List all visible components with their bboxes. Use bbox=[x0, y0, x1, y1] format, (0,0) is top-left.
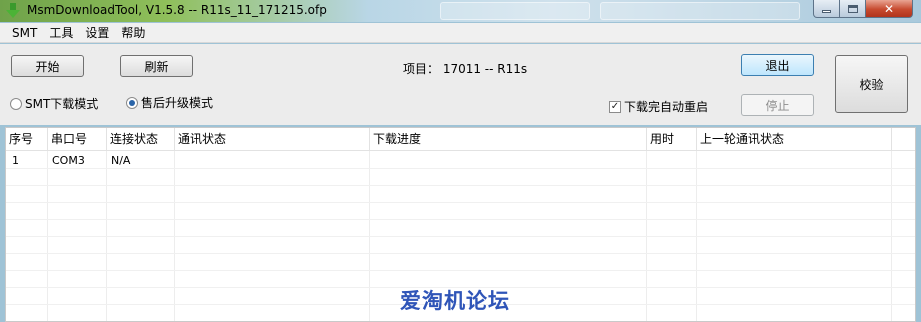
menu-help[interactable]: 帮助 bbox=[115, 23, 151, 43]
control-panel: 开始 刷新 项目： 17011 -- R11s 退出 停止 校验 SMT下载模式… bbox=[0, 44, 921, 125]
project-label: 项目： 17011 -- R11s bbox=[403, 62, 528, 76]
radio-unchecked-icon bbox=[10, 97, 22, 110]
column-header-last-comm[interactable]: 上一轮通讯状态 bbox=[697, 128, 892, 151]
refresh-button[interactable]: 刷新 bbox=[120, 55, 193, 77]
grid-line bbox=[6, 219, 915, 220]
column-header-time[interactable]: 用时 bbox=[647, 128, 697, 151]
mode-aftersales-label: 售后升级模式 bbox=[141, 96, 214, 110]
cell-connection: N/A bbox=[111, 154, 131, 167]
grid-line bbox=[6, 270, 915, 271]
mode-aftersales-radio[interactable]: 售后升级模式 bbox=[126, 94, 213, 111]
grid-line bbox=[6, 168, 915, 169]
table-header: 序号 串口号 连接状态 通讯状态 下载进度 用时 上一轮通讯状态 bbox=[6, 128, 915, 151]
app-download-icon bbox=[6, 3, 20, 18]
menu-settings[interactable]: 设置 bbox=[79, 23, 115, 43]
grid-line bbox=[6, 185, 915, 186]
column-header-comm-status[interactable]: 通讯状态 bbox=[175, 128, 370, 151]
radio-checked-icon bbox=[126, 96, 138, 109]
auto-restart-checkbox[interactable]: ✓ 下载完自动重启 bbox=[609, 98, 708, 115]
checkmark-icon: ✓ bbox=[609, 100, 621, 113]
menu-smt[interactable]: SMT bbox=[6, 23, 43, 43]
start-button[interactable]: 开始 bbox=[11, 55, 84, 77]
close-button[interactable]: ✕ bbox=[865, 0, 913, 18]
verify-button[interactable]: 校验 bbox=[835, 55, 908, 113]
window-title: MsmDownloadTool, V1.5.8 -- R11s_11_17121… bbox=[27, 3, 327, 17]
column-header-progress[interactable]: 下载进度 bbox=[370, 128, 647, 151]
background-taskbar-glow bbox=[600, 2, 800, 20]
maximize-button[interactable] bbox=[839, 0, 866, 18]
cell-port: COM3 bbox=[52, 154, 85, 167]
auto-restart-label: 下载完自动重启 bbox=[624, 100, 709, 114]
close-icon: ✕ bbox=[883, 1, 895, 16]
minimize-icon bbox=[822, 10, 831, 13]
mode-smt-radio[interactable]: SMT下载模式 bbox=[10, 95, 98, 112]
title-bar: MsmDownloadTool, V1.5.8 -- R11s_11_17121… bbox=[0, 0, 921, 22]
menu-bar: SMT 工具 设置 帮助 bbox=[0, 23, 921, 43]
background-taskbar-glow bbox=[440, 2, 590, 20]
stop-button[interactable]: 停止 bbox=[741, 94, 814, 116]
column-header-index[interactable]: 序号 bbox=[6, 128, 48, 151]
column-header-connection[interactable]: 连接状态 bbox=[107, 128, 175, 151]
forum-watermark: 爱淘机论坛 bbox=[400, 289, 510, 313]
grid-line bbox=[6, 202, 915, 203]
maximize-icon bbox=[847, 4, 858, 13]
grid-line bbox=[6, 236, 915, 237]
column-header-port[interactable]: 串口号 bbox=[48, 128, 107, 151]
cell-index: 1 bbox=[12, 154, 19, 167]
grid-line bbox=[6, 253, 915, 254]
minimize-button[interactable] bbox=[813, 0, 840, 18]
mode-smt-label: SMT下载模式 bbox=[25, 97, 99, 111]
menu-tools[interactable]: 工具 bbox=[43, 23, 79, 43]
exit-button[interactable]: 退出 bbox=[741, 54, 814, 76]
